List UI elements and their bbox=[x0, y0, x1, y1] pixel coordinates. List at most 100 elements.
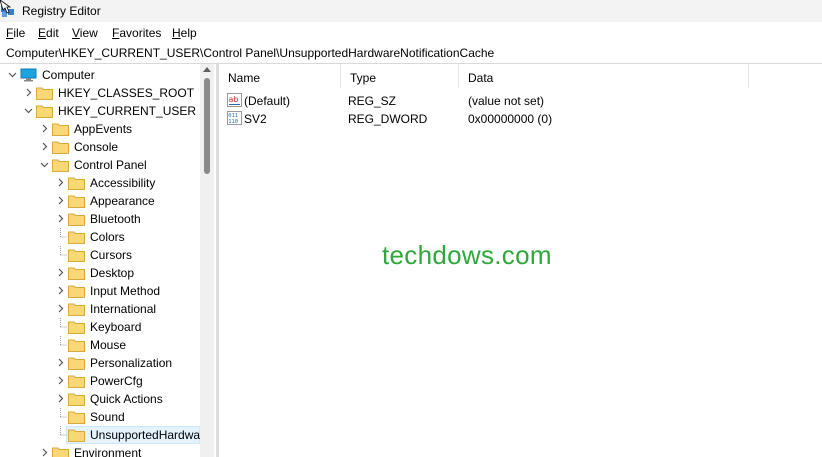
tree-item-label: Sound bbox=[90, 410, 125, 424]
tree-item-desktop[interactable]: Desktop bbox=[0, 264, 200, 282]
tree-item-label: Console bbox=[74, 140, 119, 154]
tree-item-console[interactable]: Console bbox=[0, 138, 200, 156]
svg-text:110: 110 bbox=[228, 119, 238, 125]
value-data: (value not set) bbox=[468, 94, 545, 108]
tree-item-sound[interactable]: Sound bbox=[0, 408, 200, 426]
value-row-sv2[interactable]: 011 110 SV2 REG_DWORD 0x00000000 (0) bbox=[219, 109, 822, 127]
tree-item-keyboard[interactable]: Keyboard bbox=[0, 318, 200, 336]
tree-item-hkey-classes-root[interactable]: HKEY_CLASSES_ROOT bbox=[0, 84, 200, 102]
chevron-right-icon[interactable] bbox=[40, 448, 49, 457]
tree-item-unsupportedhardwa[interactable]: UnsupportedHardwa bbox=[0, 426, 200, 444]
tree-item-powercfg[interactable]: PowerCfg bbox=[0, 372, 200, 390]
value-row-default[interactable]: ab (Default) REG_SZ (value not set) bbox=[219, 91, 822, 109]
folder-icon bbox=[68, 411, 85, 424]
tree-item-label: Appearance bbox=[90, 194, 155, 208]
tree-item-environment[interactable]: Environment bbox=[0, 444, 200, 457]
folder-icon bbox=[68, 249, 85, 262]
folder-icon bbox=[68, 195, 85, 208]
folder-icon bbox=[68, 177, 85, 190]
tree-item-label: Cursors bbox=[90, 248, 133, 262]
folder-icon bbox=[68, 339, 85, 352]
tree-connector bbox=[60, 228, 67, 238]
folder-icon bbox=[68, 375, 85, 388]
tree-item-accessibility[interactable]: Accessibility bbox=[0, 174, 200, 192]
tree-item-label: International bbox=[90, 302, 157, 316]
chevron-right-icon[interactable] bbox=[56, 304, 65, 313]
computer-icon bbox=[20, 68, 37, 82]
folder-icon bbox=[36, 87, 53, 100]
chevron-right-icon[interactable] bbox=[56, 268, 65, 277]
chevron-down-icon[interactable] bbox=[24, 106, 33, 115]
watermark-text: techdows.com bbox=[382, 240, 552, 270]
tree-item-appearance[interactable]: Appearance bbox=[0, 192, 200, 210]
tree-item-label: Mouse bbox=[90, 338, 127, 352]
chevron-right-icon[interactable] bbox=[40, 142, 49, 151]
column-header-name[interactable]: Name bbox=[219, 64, 341, 88]
tree-item-label: Colors bbox=[90, 230, 125, 244]
address-path[interactable]: Computer\HKEY_CURRENT_USER\Control Panel… bbox=[6, 46, 494, 60]
folder-icon bbox=[68, 429, 85, 442]
tree-item-label: AppEvents bbox=[74, 122, 133, 136]
tree-item-mouse[interactable]: Mouse bbox=[0, 336, 200, 354]
value-name: (Default) bbox=[244, 94, 291, 108]
menu-help[interactable]: Help bbox=[172, 26, 197, 40]
chevron-right-icon[interactable] bbox=[56, 196, 65, 205]
column-header-type[interactable]: Type bbox=[341, 64, 459, 88]
tree-item-label: Quick Actions bbox=[90, 392, 163, 406]
folder-icon bbox=[68, 393, 85, 406]
svg-text:ab: ab bbox=[229, 95, 239, 104]
tree-item-label: Control Panel bbox=[74, 158, 147, 172]
tree-item-label: Keyboard bbox=[90, 320, 142, 334]
folder-icon bbox=[68, 357, 85, 370]
chevron-right-icon[interactable] bbox=[56, 286, 65, 295]
menu-file[interactable]: File bbox=[6, 26, 25, 40]
chevron-right-icon[interactable] bbox=[24, 88, 33, 97]
chevron-right-icon[interactable] bbox=[56, 394, 65, 403]
tree-item-label: Environment bbox=[74, 446, 142, 457]
tree-item-personalization[interactable]: Personalization bbox=[0, 354, 200, 372]
tree-item-international[interactable]: International bbox=[0, 300, 200, 318]
chevron-right-icon[interactable] bbox=[40, 124, 49, 133]
tree-item-colors[interactable]: Colors bbox=[0, 228, 200, 246]
folder-icon bbox=[68, 231, 85, 244]
registry-editor-icon bbox=[0, 0, 14, 17]
scroll-up-icon[interactable] bbox=[203, 67, 211, 72]
value-type: REG_DWORD bbox=[348, 112, 428, 126]
value-type: REG_SZ bbox=[348, 94, 397, 108]
tree-item-label: Computer bbox=[42, 68, 95, 82]
menu-view[interactable]: View bbox=[72, 26, 98, 40]
column-header-data[interactable]: Data bbox=[459, 64, 749, 88]
chevron-right-icon[interactable] bbox=[56, 358, 65, 367]
tree-item-label: PowerCfg bbox=[90, 374, 143, 388]
tree-scrollbar[interactable] bbox=[200, 64, 214, 457]
chevron-down-icon[interactable] bbox=[8, 70, 17, 79]
folder-icon bbox=[36, 105, 53, 118]
tree-item-label: UnsupportedHardwa bbox=[90, 428, 201, 442]
title-bar: Registry Editor bbox=[0, 0, 822, 22]
folder-icon bbox=[68, 213, 85, 226]
tree-item-computer[interactable]: Computer bbox=[0, 66, 200, 84]
menu-bar: File Edit View Favorites Help bbox=[0, 22, 822, 43]
tree-item-appevents[interactable]: AppEvents bbox=[0, 120, 200, 138]
folder-icon bbox=[68, 267, 85, 280]
tree-item-hkey-current-user[interactable]: HKEY_CURRENT_USER bbox=[0, 102, 200, 120]
tree-item-label: Accessibility bbox=[90, 176, 156, 190]
scrollbar-thumb[interactable] bbox=[204, 78, 210, 174]
chevron-down-icon[interactable] bbox=[40, 160, 49, 169]
tree-item-cursors[interactable]: Cursors bbox=[0, 246, 200, 264]
tree-item-bluetooth[interactable]: Bluetooth bbox=[0, 210, 200, 228]
tree-connector bbox=[60, 408, 67, 418]
tree-item-quick-actions[interactable]: Quick Actions bbox=[0, 390, 200, 408]
menu-edit[interactable]: Edit bbox=[38, 26, 59, 40]
chevron-right-icon[interactable] bbox=[56, 178, 65, 187]
chevron-right-icon[interactable] bbox=[56, 214, 65, 223]
tree-item-control-panel[interactable]: Control Panel bbox=[0, 156, 200, 174]
chevron-right-icon[interactable] bbox=[56, 376, 65, 385]
value-name: SV2 bbox=[244, 112, 267, 126]
key-tree[interactable]: Computer HKEY_CLASSES_ROOT HKEY_CURRENT_… bbox=[0, 64, 216, 457]
tree-item-input-method[interactable]: Input Method bbox=[0, 282, 200, 300]
tree-item-label: HKEY_CURRENT_USER bbox=[58, 104, 197, 118]
address-bar[interactable]: Computer\HKEY_CURRENT_USER\Control Panel… bbox=[0, 43, 822, 64]
menu-favorites[interactable]: Favorites bbox=[112, 26, 161, 40]
folder-icon bbox=[52, 447, 69, 457]
